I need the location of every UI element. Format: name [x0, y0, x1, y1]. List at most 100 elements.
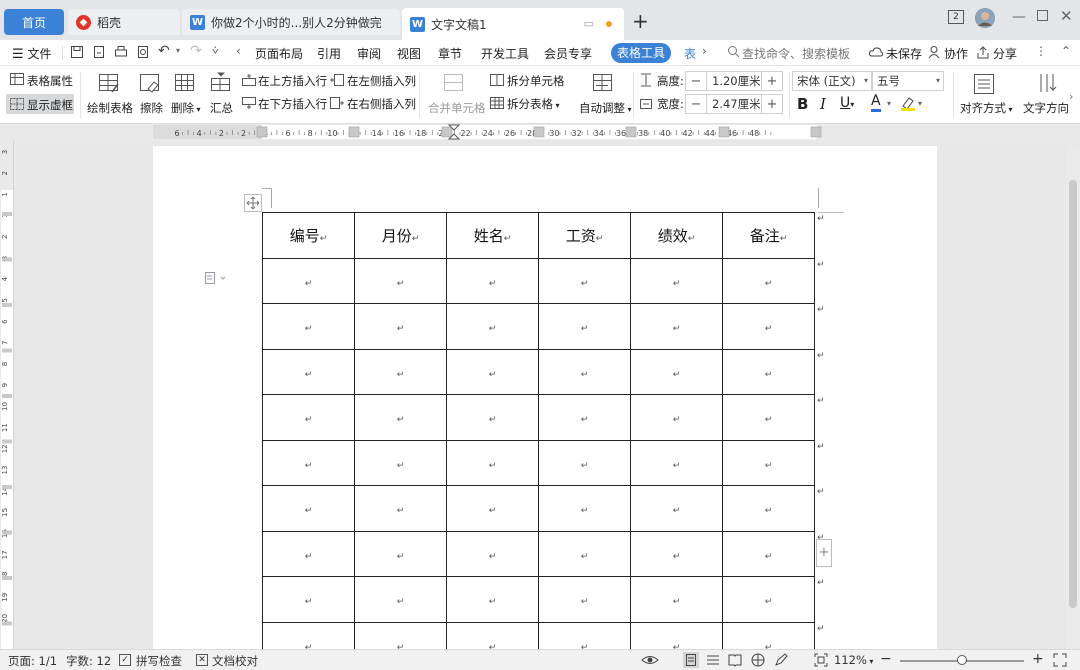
table-cell[interactable]: ↵ [630, 439, 723, 486]
tab-monitor-icon[interactable]: ▭ [584, 17, 594, 30]
align-button[interactable]: 对齐方式 ▾ [960, 100, 1013, 116]
table-cell[interactable]: ↵ [630, 530, 723, 577]
horizontal-ruler[interactable]: 6422468101214161820222426283032343638404… [0, 124, 1080, 140]
collab-button[interactable]: 协作 [944, 45, 968, 62]
table-cell[interactable]: ↵ [446, 257, 539, 304]
table-cell[interactable]: ↵ [722, 257, 815, 304]
font-size-select[interactable]: 五号 ▾ [872, 71, 944, 91]
table-props-button[interactable]: 表格属性 [27, 73, 73, 89]
header-cell[interactable]: 工资↵ [538, 212, 631, 259]
table-cell[interactable]: ↵ [538, 576, 631, 623]
table-cell[interactable]: ↵ [262, 439, 355, 486]
increase-height-button[interactable]: + [762, 74, 782, 89]
table-cell[interactable]: ↵ [722, 303, 815, 350]
row-marker[interactable] [2, 621, 12, 626]
unsaved-status[interactable]: 未保存 [886, 45, 922, 62]
table-cell[interactable]: ↵ [354, 303, 447, 350]
show-gridlines-button[interactable]: 显示虚框 [6, 94, 74, 114]
row-marker[interactable] [2, 530, 12, 535]
decrease-height-button[interactable]: − [686, 74, 706, 89]
column-marker[interactable] [533, 126, 545, 138]
page-count[interactable]: 页面: 1/1 [8, 653, 57, 669]
underline-button[interactable]: U ▾ [840, 95, 854, 111]
ribbon-scroll-right-icon[interactable]: › [1069, 90, 1073, 103]
column-marker[interactable] [625, 126, 637, 138]
table-cell[interactable]: ↵ [446, 576, 539, 623]
table-style-tab[interactable]: 表 [684, 45, 696, 62]
font-name-select[interactable]: 宋体 (正文) ▾ [792, 71, 872, 91]
avatar[interactable] [975, 8, 995, 28]
row-marker[interactable] [2, 257, 12, 262]
table-cell[interactable]: ↵ [446, 348, 539, 395]
table-cell[interactable]: ↵ [262, 530, 355, 577]
erase-button[interactable]: 擦除 [140, 100, 163, 116]
collapse-ribbon-icon[interactable]: ⌃ [1061, 44, 1071, 58]
table-cell[interactable]: ↵ [538, 257, 631, 304]
merge-cells-button[interactable]: 合并单元格 [428, 100, 486, 116]
tab-home[interactable]: 首页 [4, 9, 64, 35]
highlight-icon[interactable] [900, 95, 916, 111]
minimize-icon[interactable]: — [1012, 9, 1026, 25]
table-cell[interactable]: ↵ [354, 257, 447, 304]
menu-item-reference[interactable]: 引用 [317, 45, 341, 62]
save-icon[interactable] [70, 45, 84, 59]
web-view-icon[interactable] [751, 653, 765, 667]
fullscreen-icon[interactable] [1053, 653, 1067, 667]
scrollbar-thumb[interactable] [1069, 180, 1077, 608]
table-cell[interactable]: ↵ [630, 485, 723, 532]
table-tools-tab[interactable]: 表格工具 [611, 43, 671, 63]
insert-col-right-button[interactable]: 在右侧插入列 [347, 96, 416, 112]
header-cell[interactable]: 编号↵ [262, 212, 355, 259]
height-value[interactable]: 1.20厘米 [706, 72, 762, 90]
row-marker[interactable] [2, 439, 12, 444]
column-marker[interactable] [256, 126, 268, 138]
table-cell[interactable]: ↵ [538, 394, 631, 441]
table-cell[interactable]: ↵ [630, 303, 723, 350]
table-cell[interactable]: ↵ [354, 530, 447, 577]
font-color-button[interactable]: A [871, 94, 881, 112]
decrease-width-button[interactable]: − [686, 97, 706, 112]
badge-count[interactable]: 2 [948, 10, 964, 24]
share-button[interactable]: 分享 [993, 45, 1017, 62]
table-cell[interactable]: ↵ [262, 348, 355, 395]
zoom-level[interactable]: 112% ▾ [834, 653, 873, 667]
zoom-in-button[interactable]: + [1032, 651, 1044, 667]
chevron-down-icon[interactable]: ▾ [918, 99, 922, 108]
document-table[interactable]: 编号↵ 月份↵ 姓名↵ 工资↵ 绩效↵ 备注↵ ↵ ↵ ↵ ↵ ↵ ↵ ↵ ↵ ↵ ↵ ↵ ↵ ↵ ↵ ↵ ↵… [262, 212, 815, 668]
row-marker[interactable] [2, 348, 12, 353]
more-icon[interactable]: ⋮ [1035, 44, 1047, 58]
table-cell[interactable]: ↵ [722, 394, 815, 441]
header-cell[interactable]: 绩效↵ [630, 212, 723, 259]
table-cell[interactable]: ↵ [538, 485, 631, 532]
table-cell[interactable]: ↵ [630, 394, 723, 441]
delete-button[interactable]: 删除 ▾ [171, 100, 201, 116]
table-cell[interactable]: ↵ [262, 394, 355, 441]
row-marker[interactable] [2, 485, 12, 489]
proofread-button[interactable]: 文档校对 [212, 653, 258, 669]
split-cells-button[interactable]: 拆分单元格 [507, 73, 565, 89]
table-cell[interactable]: ↵ [538, 303, 631, 350]
row-marker[interactable] [2, 394, 12, 398]
close-icon[interactable]: ✕ [1060, 7, 1073, 25]
insert-col-left-button[interactable]: 在左侧插入列 [347, 73, 416, 89]
column-marker[interactable] [718, 126, 730, 138]
eye-protection-icon[interactable] [641, 653, 659, 667]
print-preview-icon[interactable] [136, 45, 150, 59]
header-cell[interactable]: 月份↵ [354, 212, 447, 259]
draw-table-button[interactable]: 绘制表格 [87, 100, 133, 116]
export-pdf-icon[interactable] [92, 45, 106, 59]
tab-doc-tip[interactable]: W 你做2个小时的...别人2分钟做完 ▭ [182, 9, 400, 35]
table-cell[interactable]: ↵ [446, 485, 539, 532]
table-cell[interactable]: ↵ [722, 576, 815, 623]
table-cell[interactable]: ↵ [262, 485, 355, 532]
vertical-scrollbar[interactable] [1066, 146, 1080, 649]
chevron-down-icon[interactable]: ▾ [887, 99, 891, 108]
table-cell[interactable]: ↵ [446, 303, 539, 350]
increase-width-button[interactable]: + [762, 97, 782, 112]
chevron-left-icon[interactable]: ‹ [236, 44, 241, 58]
height-stepper[interactable]: − 1.20厘米 + [685, 71, 783, 91]
table-cell[interactable]: ↵ [630, 257, 723, 304]
redo-icon[interactable]: ↷ [190, 43, 202, 59]
table-cell[interactable]: ↵ [722, 348, 815, 395]
table-cell[interactable]: ↵ [722, 530, 815, 577]
